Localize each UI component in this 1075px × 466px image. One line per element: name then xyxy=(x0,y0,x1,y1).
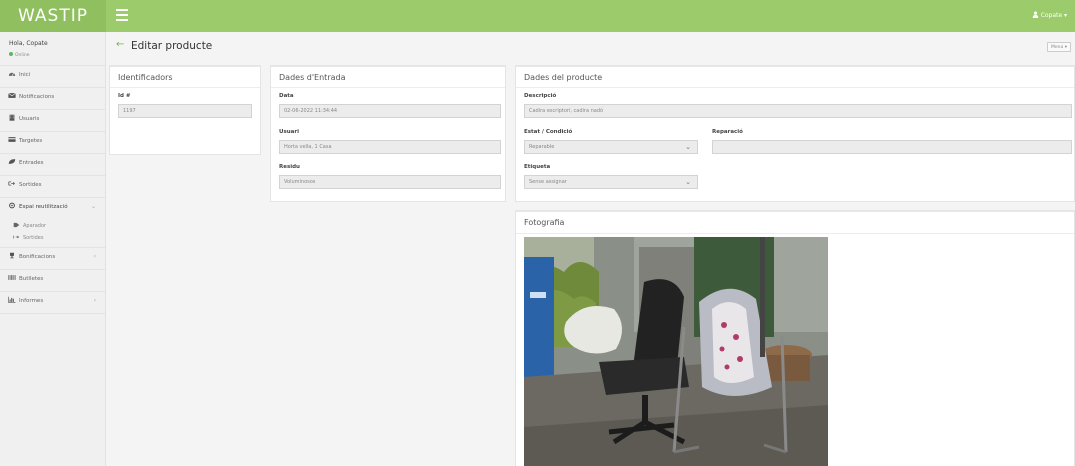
etiqueta-select-value: Sense assignar xyxy=(529,179,567,185)
dashboard-icon xyxy=(8,72,16,77)
sign-out-icon xyxy=(13,235,20,239)
sidebar-subitem-sortides[interactable]: Sortides xyxy=(0,232,106,244)
menu-button-label: Menú xyxy=(1050,45,1064,50)
sidebar-subitem-aparador[interactable]: Aparador xyxy=(0,220,106,232)
sidebar-subitem-label: Aparador xyxy=(23,223,47,229)
data-label: Data xyxy=(279,93,294,99)
user-menu-label: Copate xyxy=(1040,12,1063,19)
chevron-left-icon: ‹ xyxy=(93,297,96,304)
dades-entrada-panel: Dades d'Entrada Data 02-06-2022 11:34:44… xyxy=(270,65,506,202)
sidebar-subitem-label: Sortides xyxy=(23,235,44,241)
page-title: Editar producte xyxy=(131,40,213,52)
sidebar-greeting: Hola, Copate xyxy=(9,40,48,47)
sidebar-item-label: Usuaris xyxy=(19,116,40,122)
panel-divider xyxy=(516,87,1074,88)
chevron-left-icon: ‹ xyxy=(93,253,96,260)
chevron-down-icon: ⌄ xyxy=(685,178,691,186)
etiqueta-label: Etiqueta xyxy=(524,164,551,170)
product-photo[interactable] xyxy=(524,237,828,466)
app-logo[interactable]: WASTIP xyxy=(0,0,106,32)
recycle-icon xyxy=(9,202,15,209)
panel-divider xyxy=(516,233,1074,234)
etiqueta-select[interactable]: Sense assignar ⌄ xyxy=(524,175,698,189)
sidebar-item-label: Butlletes xyxy=(19,276,44,282)
bar-chart-icon xyxy=(8,296,16,303)
estat-label: Estat / Condició xyxy=(524,129,573,135)
estat-select-value: Reparable xyxy=(529,144,555,150)
sidebar-item-label: Informes xyxy=(19,298,44,304)
top-bar: WASTIP Copate ▾ xyxy=(0,0,1075,32)
sidebar: Hola, Copate Online Inici Notificacions … xyxy=(0,32,106,466)
panel-title: Dades d'Entrada xyxy=(279,73,346,82)
chevron-down-icon: ⌄ xyxy=(90,203,96,210)
trophy-icon xyxy=(10,252,14,259)
sidebar-item-label: Espai reutilització xyxy=(19,204,68,210)
panel-divider xyxy=(110,87,260,88)
residu-label: Residu xyxy=(279,164,300,170)
estat-select[interactable]: Reparable ⌄ xyxy=(524,140,698,154)
usuari-field[interactable]: Horta vella, 1 Casa xyxy=(279,140,501,154)
tag-icon xyxy=(13,222,20,228)
descripcio-label: Descripció xyxy=(524,93,557,99)
envelope-icon xyxy=(8,92,16,98)
barcode-icon xyxy=(8,275,16,280)
sidebar-item-usuaris[interactable]: Usuaris xyxy=(0,108,106,130)
online-status: Online xyxy=(9,52,30,58)
dades-producte-panel: Dades del producte Descripció Cadira esc… xyxy=(515,65,1075,202)
reparacio-field[interactable] xyxy=(712,140,1072,154)
id-label: Id # xyxy=(118,93,131,99)
sidebar-item-entrades[interactable]: Entrades xyxy=(0,152,106,174)
reparacio-label: Reparació xyxy=(712,129,743,135)
data-field[interactable]: 02-06-2022 11:34:44 xyxy=(279,104,501,118)
sidebar-item-label: Sortides xyxy=(19,182,42,188)
sidebar-item-sortides[interactable]: Sortides xyxy=(0,174,106,196)
panel-divider xyxy=(271,87,505,88)
residu-field[interactable]: Voluminosos xyxy=(279,175,501,189)
panel-title: Fotografia xyxy=(524,218,565,227)
status-dot-icon xyxy=(9,52,13,56)
sidebar-item-informes[interactable]: Informes ‹ xyxy=(0,290,106,312)
sidebar-item-inici[interactable]: Inici xyxy=(0,64,106,86)
sidebar-item-bonificacions[interactable]: Bonificacions ‹ xyxy=(0,246,106,268)
card-icon xyxy=(8,137,16,142)
leaf-icon xyxy=(8,159,16,164)
sign-out-icon xyxy=(8,181,15,186)
identificadors-panel: Identificadors Id # 1197 xyxy=(109,65,261,155)
user-icon xyxy=(1032,11,1038,18)
sidebar-item-label: Inici xyxy=(19,72,31,78)
chevron-down-icon: ⌄ xyxy=(685,143,691,151)
building-icon xyxy=(9,114,15,121)
sidebar-item-label: Bonificacions xyxy=(19,254,56,260)
back-arrow-icon[interactable]: ← xyxy=(116,39,124,50)
sidebar-item-espai-reutilitzacio[interactable]: Espai reutilització ⌄ xyxy=(0,196,106,218)
product-photo-image xyxy=(524,237,828,466)
sidebar-item-butlletes[interactable]: Butlletes xyxy=(0,268,106,290)
sidebar-item-targetes[interactable]: Targetes xyxy=(0,130,106,152)
menu-button[interactable]: Menú ▾ xyxy=(1046,42,1071,52)
sidebar-item-label: Targetes xyxy=(19,138,43,144)
hamburger-menu-icon[interactable] xyxy=(116,9,128,21)
page-header: ← Editar producte Menú ▾ xyxy=(106,32,1075,60)
descripcio-field[interactable]: Cadira escriptori, cadira nadó xyxy=(524,104,1072,118)
panel-title: Identificadors xyxy=(118,73,173,82)
sidebar-divider xyxy=(0,313,106,314)
sidebar-item-label: Notificacions xyxy=(19,94,55,100)
usuari-label: Usuari xyxy=(279,129,299,135)
online-status-label: Online xyxy=(15,53,30,58)
sidebar-item-notificacions[interactable]: Notificacions xyxy=(0,86,106,108)
panel-title: Dades del producte xyxy=(524,73,603,82)
id-field[interactable]: 1197 xyxy=(118,104,252,118)
sidebar-item-label: Entrades xyxy=(19,160,44,166)
user-menu[interactable]: Copate ▾ xyxy=(1032,0,1067,32)
